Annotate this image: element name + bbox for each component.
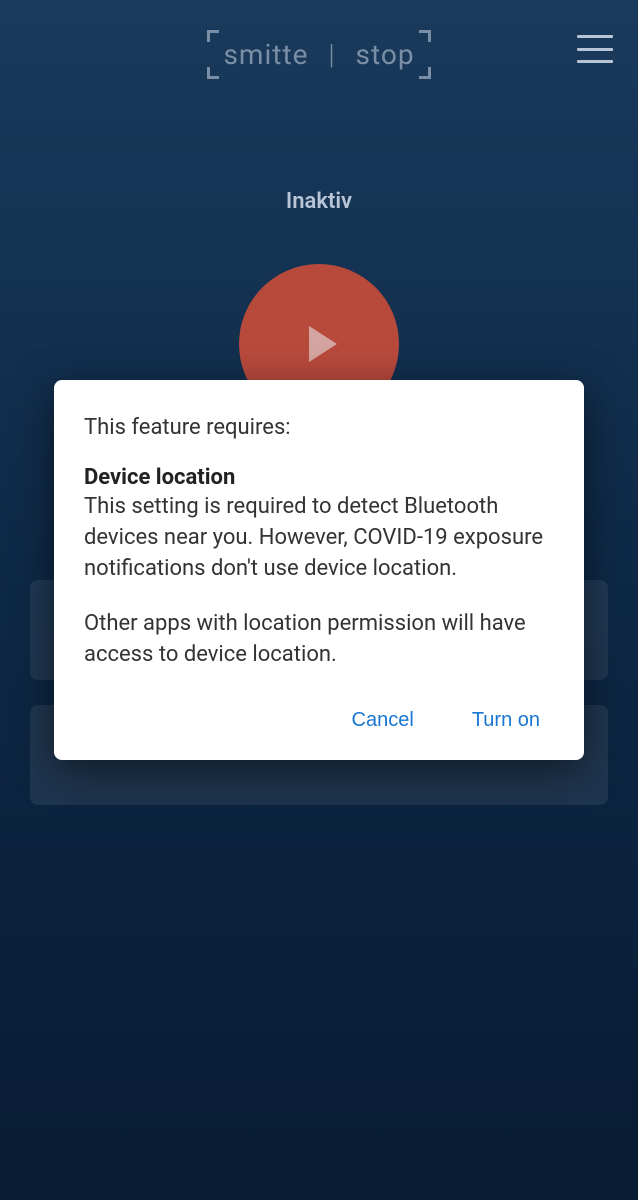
permission-dialog: This feature requires: Device location T…	[54, 380, 584, 760]
dialog-body-2: Other apps with location permission will…	[84, 609, 554, 671]
dialog-overlay: This feature requires: Device location T…	[0, 0, 638, 1200]
dialog-body-1: This setting is required to detect Bluet…	[84, 492, 554, 584]
turn-on-button[interactable]: Turn on	[468, 701, 544, 740]
dialog-intro: This feature requires:	[84, 415, 554, 440]
cancel-button[interactable]: Cancel	[348, 701, 418, 740]
dialog-title: Device location	[84, 465, 554, 490]
dialog-actions: Cancel Turn on	[84, 701, 554, 740]
